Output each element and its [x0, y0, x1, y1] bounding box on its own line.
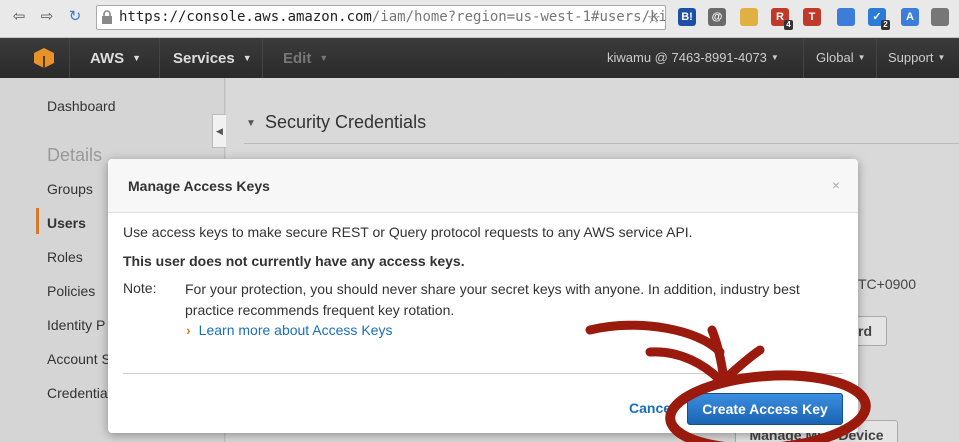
translate-t-icon-glyph: T: [808, 11, 816, 23]
mail-icon[interactable]: @: [708, 8, 726, 26]
address-bar[interactable]: https://console.aws.amazon.com/iam/home?…: [96, 5, 666, 30]
cancel-button[interactable]: Cancel: [629, 400, 675, 416]
dialog-header: Manage Access Keys ×: [108, 159, 858, 213]
edit-menu[interactable]: Edit ▼: [263, 38, 343, 78]
account-menu[interactable]: kiwamu @ 7463-8991-4073 ▼: [607, 38, 779, 78]
aws-menu[interactable]: AWS ▼: [70, 38, 160, 78]
learn-more-label: Learn more about Access Keys: [198, 322, 393, 338]
support-label: Support: [888, 50, 934, 65]
forward-icon[interactable]: ⇨: [38, 8, 56, 26]
support-menu[interactable]: Support ▼: [876, 38, 945, 78]
aws-logo[interactable]: [0, 38, 70, 78]
dialog-divider: [123, 373, 843, 374]
extension-badge: 2: [881, 20, 890, 30]
dialog-intro-text: Use access keys to make secure REST or Q…: [123, 224, 693, 240]
url-path: /iam/home?region=us-west-1#users/ki: [371, 9, 666, 25]
chevron-down-icon: ▼: [857, 53, 866, 62]
services-menu[interactable]: Services ▼: [153, 38, 263, 78]
bookmark-star-icon[interactable]: ☆: [647, 6, 661, 29]
reader-icon-glyph: R: [776, 11, 784, 23]
reader-icon[interactable]: R4: [771, 8, 793, 30]
url-host: https://console.aws.amazon.com: [119, 9, 372, 25]
services-menu-label: Services: [173, 50, 235, 67]
aws-cube-icon: [34, 48, 54, 68]
hatena-bookmark-icon[interactable]: B!: [678, 8, 696, 26]
translate-t-icon[interactable]: T: [803, 8, 821, 26]
google-translate-icon-glyph: A: [906, 11, 914, 23]
task-icon[interactable]: ✓ 2: [868, 8, 890, 30]
note-body: For your protection, you should never sh…: [185, 281, 800, 318]
mail-icon-glyph: @: [711, 11, 723, 23]
chevron-down-icon: ▼: [319, 53, 329, 63]
browser-toolbar: ⇦ ⇨ ↻ https://console.aws.amazon.com/iam…: [0, 0, 959, 38]
aws-top-bar: AWS ▼ Services ▼ Edit ▼ kiwamu @ 7463-8991-…: [0, 38, 959, 78]
extension-badge: 4: [784, 20, 793, 30]
learn-more-link[interactable]: › Learn more about Access Keys: [186, 322, 392, 338]
cast-icon[interactable]: [931, 8, 949, 26]
chevron-down-icon: ▼: [770, 53, 779, 62]
hatena-bookmark-icon-glyph: B!: [681, 11, 693, 23]
dialog-title: Manage Access Keys: [128, 178, 270, 194]
account-label: kiwamu @ 7463-8991-4073: [607, 50, 767, 65]
close-icon[interactable]: ×: [832, 177, 840, 193]
google-translate-icon[interactable]: A: [901, 8, 919, 26]
note-label: Note:: [123, 280, 157, 296]
region-label: Global: [816, 50, 854, 65]
create-access-key-button[interactable]: Create Access Key: [687, 393, 843, 425]
reload-icon[interactable]: ↻: [66, 8, 84, 26]
aws-menu-label: AWS: [90, 50, 125, 67]
chat-icon[interactable]: [837, 8, 855, 26]
lock-icon: [102, 10, 112, 24]
no-keys-message: This user does not currently have any ac…: [123, 253, 465, 269]
manage-access-keys-dialog: Manage Access Keys × Use access keys to …: [108, 159, 858, 433]
chevron-down-icon: ▼: [937, 53, 946, 62]
region-menu[interactable]: Global ▼: [803, 38, 866, 78]
chevron-right-icon: ›: [186, 322, 191, 338]
edit-menu-label: Edit: [283, 50, 312, 67]
chevron-down-icon: ▼: [132, 53, 142, 63]
chevron-down-icon: ▼: [242, 53, 252, 63]
back-icon[interactable]: ⇦: [10, 8, 28, 26]
cat-icon[interactable]: [740, 8, 758, 26]
